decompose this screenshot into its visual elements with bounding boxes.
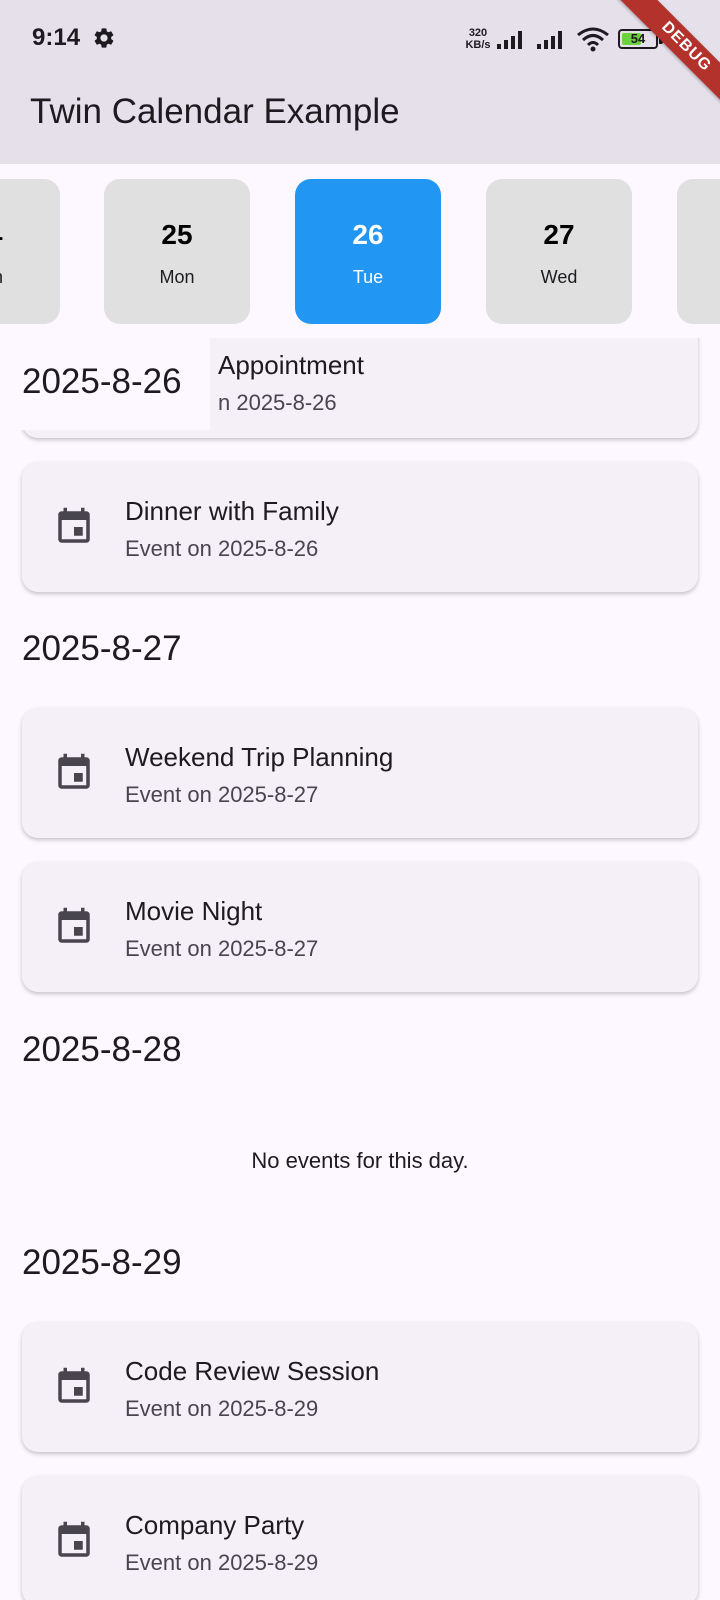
day-card-27[interactable]: 27 Wed: [486, 179, 632, 324]
battery-text: 54: [630, 31, 646, 46]
day-name: Wed: [540, 267, 578, 287]
signal-icon: [537, 31, 562, 49]
event-card-code-review[interactable]: Code Review Session Event on 2025-8-29: [22, 1322, 698, 1452]
day-number: 27: [543, 219, 575, 250]
events-list[interactable]: Appointment n 2025-8-26 2025-8-26 Dinner…: [0, 338, 720, 1600]
calendar-icon: [58, 1521, 90, 1557]
day-card-24[interactable]: 24 Sun: [0, 179, 60, 324]
calendar-icon: [58, 753, 90, 789]
sticky-date-header: 2025-8-26: [0, 338, 210, 430]
status-bar: 9:14 320 KB/s 54: [0, 0, 720, 80]
calendar-icon: [58, 1367, 90, 1403]
gear-icon: [94, 28, 114, 48]
day-strip[interactable]: 24 Sun 25 Mon 26 Tue 27 Wed: [0, 164, 720, 338]
event-subtitle: Event on 2025-8-27: [125, 782, 319, 807]
page-title: Twin Calendar Example: [30, 92, 400, 131]
event-title: Movie Night: [125, 896, 263, 926]
date-header: 2025-8-27: [22, 629, 182, 668]
event-card-movie-night[interactable]: Movie Night Event on 2025-8-27: [22, 862, 698, 992]
date-header: 2025-8-29: [22, 1243, 182, 1282]
day-name: Sun: [0, 267, 60, 288]
event-title: Company Party: [125, 1510, 305, 1540]
empty-state-text: No events for this day.: [251, 1148, 469, 1173]
event-card-company-party[interactable]: Company Party Event on 2025-8-29: [22, 1476, 698, 1600]
event-title: Appointment: [218, 350, 364, 380]
calendar-icon: [58, 907, 90, 943]
event-title: Code Review Session: [125, 1356, 380, 1386]
event-card-dinner[interactable]: Dinner with Family Event on 2025-8-26: [22, 462, 698, 592]
event-title: Weekend Trip Planning: [125, 742, 394, 772]
event-subtitle: Event on 2025-8-27: [125, 936, 319, 961]
event-subtitle: n 2025-8-26: [218, 390, 337, 415]
event-subtitle: Event on 2025-8-26: [125, 536, 319, 561]
day-number: 25: [161, 219, 193, 250]
event-card-weekend-trip[interactable]: Weekend Trip Planning Event on 2025-8-27: [22, 708, 698, 838]
network-speed: 320 KB/s: [465, 27, 491, 51]
day-card-26-selected[interactable]: 26 Tue: [295, 179, 441, 324]
status-time: 9:14: [32, 24, 81, 51]
day-number: 24: [0, 219, 60, 251]
day-card-28[interactable]: [677, 179, 720, 324]
event-subtitle: Event on 2025-8-29: [125, 1396, 319, 1421]
day-card-25[interactable]: 25 Mon: [104, 179, 250, 324]
signal-icon: [497, 31, 522, 49]
date-header: 2025-8-28: [22, 1030, 182, 1069]
day-name: Tue: [352, 267, 384, 287]
event-title: Dinner with Family: [125, 496, 339, 526]
calendar-icon: [58, 507, 90, 543]
date-header: 2025-8-26: [22, 362, 182, 401]
event-subtitle: Event on 2025-8-29: [125, 1550, 319, 1575]
day-name: Mon: [159, 267, 195, 287]
wifi-icon: [577, 27, 609, 52]
day-number: 26: [352, 219, 384, 250]
